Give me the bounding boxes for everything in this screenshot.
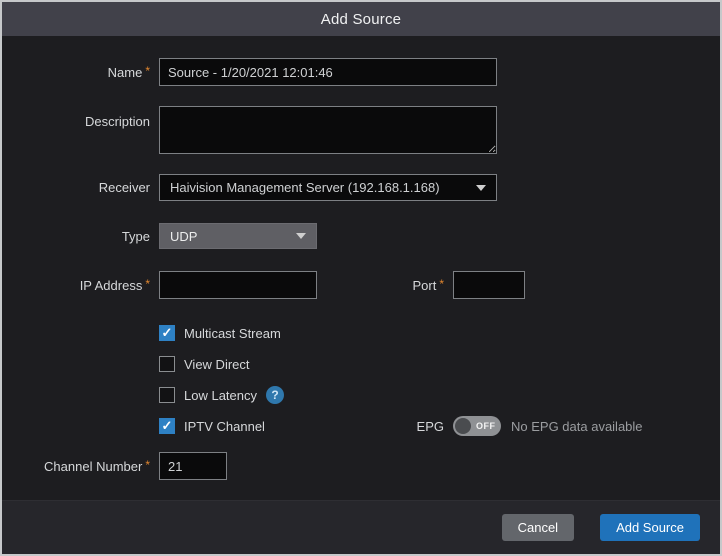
ip-address-input[interactable]: [159, 271, 317, 299]
description-label-text: Description: [85, 114, 150, 129]
receiver-select[interactable]: Haivision Management Server (192.168.1.1…: [159, 174, 497, 201]
epg-group: EPG OFF No EPG data available: [402, 416, 643, 436]
low-latency-label: Low Latency: [184, 388, 257, 403]
view-direct-checkbox[interactable]: ✓: [159, 356, 175, 372]
type-label: Type: [2, 229, 150, 244]
port-label-text: Port: [412, 278, 436, 293]
channel-number-label-text: Channel Number: [44, 459, 142, 474]
required-asterisk: *: [439, 277, 444, 291]
dialog-footer: Cancel Add Source: [2, 500, 720, 554]
name-label-text: Name: [108, 65, 143, 80]
add-source-form: Name* Description Receiver Haivision Man…: [2, 36, 720, 480]
receiver-selected-value: Haivision Management Server (192.168.1.1…: [170, 180, 440, 195]
toggle-state-text: OFF: [476, 421, 496, 431]
receiver-label-text: Receiver: [99, 180, 150, 195]
multicast-stream-label: Multicast Stream: [184, 326, 281, 341]
required-asterisk: *: [145, 277, 150, 291]
channel-number-label: Channel Number*: [2, 458, 150, 474]
multicast-stream-row: ✓ Multicast Stream: [2, 323, 720, 343]
toggle-knob-icon: [455, 418, 471, 434]
check-icon: ✓: [162, 326, 173, 340]
type-label-text: Type: [122, 229, 150, 244]
add-source-button[interactable]: Add Source: [600, 514, 700, 541]
view-direct-label: View Direct: [184, 357, 250, 372]
required-asterisk: *: [145, 64, 150, 78]
description-label: Description: [2, 114, 150, 129]
channel-number-row: Channel Number*: [2, 452, 720, 480]
add-source-dialog: Add Source Name* Description Receiver Ha…: [0, 0, 722, 556]
low-latency-checkbox[interactable]: ✓: [159, 387, 175, 403]
ip-port-row: IP Address* Port*: [2, 271, 720, 299]
epg-label: EPG: [402, 419, 444, 434]
iptv-channel-checkbox[interactable]: ✓: [159, 418, 175, 434]
type-row: Type UDP: [2, 223, 720, 249]
type-selected-value: UDP: [170, 229, 197, 244]
epg-status-text: No EPG data available: [511, 419, 643, 434]
dialog-title: Add Source: [2, 2, 720, 36]
description-textarea[interactable]: [159, 106, 497, 154]
name-input[interactable]: [159, 58, 497, 86]
chevron-down-icon: [476, 185, 486, 191]
port-label: Port*: [402, 277, 444, 293]
ip-address-label-text: IP Address: [80, 278, 143, 293]
required-asterisk: *: [145, 458, 150, 472]
help-icon[interactable]: ?: [266, 386, 284, 404]
receiver-row: Receiver Haivision Management Server (19…: [2, 174, 720, 201]
receiver-label: Receiver: [2, 180, 150, 195]
name-row: Name*: [2, 58, 720, 86]
name-label: Name*: [2, 64, 150, 80]
epg-label-text: EPG: [417, 419, 444, 434]
ip-address-label: IP Address*: [2, 277, 150, 293]
port-input[interactable]: [453, 271, 525, 299]
iptv-channel-row: ✓ IPTV Channel EPG OFF No EPG data avail…: [2, 416, 720, 436]
cancel-button[interactable]: Cancel: [502, 514, 574, 541]
epg-toggle[interactable]: OFF: [453, 416, 501, 436]
view-direct-row: ✓ View Direct: [2, 354, 720, 374]
low-latency-row: ✓ Low Latency ?: [2, 385, 720, 405]
multicast-stream-checkbox[interactable]: ✓: [159, 325, 175, 341]
description-row: Description: [2, 106, 720, 154]
check-icon: ✓: [162, 419, 173, 433]
iptv-channel-label: IPTV Channel: [184, 419, 265, 434]
type-select[interactable]: UDP: [159, 223, 317, 249]
channel-number-input[interactable]: [159, 452, 227, 480]
port-group: Port*: [402, 271, 525, 299]
chevron-down-icon: [296, 233, 306, 239]
